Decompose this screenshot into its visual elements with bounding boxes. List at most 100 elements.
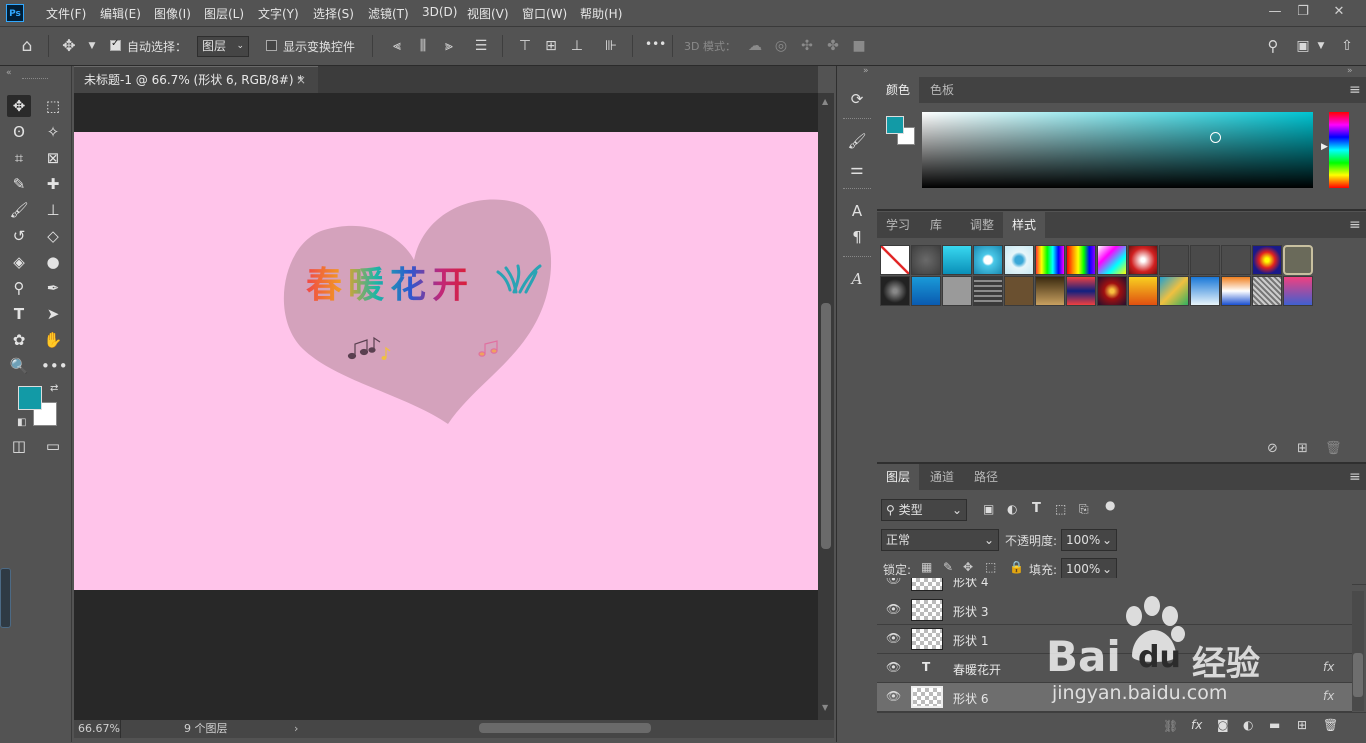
- style-swatch[interactable]: [911, 276, 941, 306]
- menu-3d[interactable]: 3D(D): [422, 5, 457, 19]
- collapse-icon[interactable]: «: [6, 68, 12, 78]
- canvas[interactable]: 春暖花开: [74, 132, 818, 590]
- delete-style-icon[interactable]: 🗑: [1325, 441, 1342, 456]
- menu-view[interactable]: 视图(V): [467, 5, 509, 22]
- type-tool-icon[interactable]: T: [7, 303, 31, 325]
- panel-menu-icon[interactable]: ≡: [1349, 217, 1361, 233]
- paragraph-panel-icon[interactable]: ¶: [837, 224, 877, 250]
- magic-wand-icon[interactable]: ✧: [41, 121, 65, 143]
- style-swatch[interactable]: [1004, 276, 1034, 306]
- layer-filter-dropdown[interactable]: ⚲ 类型 ⌄: [881, 499, 967, 521]
- align-bottom-icon[interactable]: ⊥: [568, 37, 586, 55]
- style-swatch[interactable]: [942, 276, 972, 306]
- menu-type[interactable]: 文字(Y): [258, 5, 299, 22]
- tab-color[interactable]: 颜色: [877, 77, 920, 103]
- stamp-tool-icon[interactable]: ⊥: [41, 199, 65, 221]
- collapse-icon[interactable]: »: [1347, 66, 1353, 76]
- distribute-vertical-icon[interactable]: ⊪: [602, 37, 620, 55]
- fx-badge-icon[interactable]: fx: [1323, 689, 1334, 703]
- tab-adjustments[interactable]: 调整: [961, 212, 1003, 238]
- layer-row[interactable]: 👁 形状 4: [877, 578, 1352, 594]
- more-options-button[interactable]: •••: [645, 37, 666, 51]
- menu-image[interactable]: 图像(I): [154, 5, 191, 22]
- style-swatch[interactable]: [1252, 276, 1282, 306]
- dodge-tool-icon[interactable]: ⚲: [7, 277, 31, 299]
- 3d-pan-icon[interactable]: ✣: [798, 37, 816, 55]
- foreground-color-chip[interactable]: [886, 116, 904, 134]
- style-swatch[interactable]: [1004, 245, 1034, 275]
- opacity-field[interactable]: 100% ⌄: [1061, 529, 1117, 551]
- tab-styles[interactable]: 样式: [1003, 212, 1046, 238]
- marquee-tool-icon[interactable]: ⬚: [41, 95, 65, 117]
- menu-filter[interactable]: 滤镜(T): [368, 5, 409, 22]
- color-picker-cursor[interactable]: [1210, 132, 1221, 143]
- style-swatch[interactable]: [973, 276, 1003, 306]
- fx-icon[interactable]: fx: [1191, 718, 1202, 732]
- layer-name[interactable]: 形状 3: [953, 603, 988, 620]
- swap-colors-icon[interactable]: ⇄: [50, 383, 58, 394]
- 3d-orbit-icon[interactable]: ☁: [746, 37, 764, 55]
- style-swatch[interactable]: [973, 245, 1003, 275]
- align-right-icon[interactable]: ⫸: [440, 37, 458, 55]
- align-left-icon[interactable]: ⫷: [388, 37, 406, 55]
- quick-mask-icon[interactable]: ◫: [7, 435, 31, 457]
- new-group-icon[interactable]: ▬: [1269, 718, 1280, 732]
- filter-toggle-icon[interactable]: ●: [1105, 498, 1115, 512]
- filter-pixel-icon[interactable]: ▣: [983, 502, 994, 516]
- screen-mode-icon[interactable]: ▭: [41, 435, 65, 457]
- history-panel-icon[interactable]: ⟳: [837, 86, 877, 112]
- style-swatch[interactable]: [1221, 245, 1251, 275]
- fill-field[interactable]: 100% ⌄: [1061, 558, 1117, 580]
- glyphs-panel-icon[interactable]: A: [837, 266, 877, 292]
- style-swatch[interactable]: [1035, 245, 1065, 275]
- auto-select-checkbox[interactable]: [110, 38, 121, 51]
- style-swatch[interactable]: [880, 276, 910, 306]
- minimize-button[interactable]: —: [1264, 3, 1286, 21]
- style-swatch[interactable]: [1035, 276, 1065, 306]
- style-swatch[interactable]: [1066, 276, 1096, 306]
- lock-pixels-icon[interactable]: ✎: [943, 560, 953, 574]
- search-icon[interactable]: ⚲: [1264, 37, 1282, 55]
- vertical-scroll-thumb[interactable]: [821, 303, 831, 549]
- visibility-eye-icon[interactable]: 👁: [886, 631, 902, 645]
- lock-all-icon[interactable]: 🔒: [1009, 560, 1024, 574]
- collapse-icon[interactable]: »: [863, 66, 869, 76]
- filter-shape-icon[interactable]: ⬚: [1055, 502, 1066, 516]
- blend-mode-dropdown[interactable]: 正常 ⌄: [881, 529, 999, 551]
- crop-tool-icon[interactable]: ⌗: [7, 147, 31, 169]
- add-mask-icon[interactable]: ◙: [1217, 718, 1229, 732]
- 3d-roll-icon[interactable]: ◎: [772, 37, 790, 55]
- clear-style-icon[interactable]: ⊘: [1267, 441, 1278, 456]
- style-swatch[interactable]: [911, 245, 941, 275]
- style-none-swatch[interactable]: [880, 245, 910, 275]
- menu-layer[interactable]: 图层(L): [204, 5, 244, 22]
- layer-name[interactable]: 春暖花开: [953, 661, 1001, 678]
- link-layers-icon[interactable]: ⛓: [1163, 719, 1178, 733]
- layer-name[interactable]: 形状 4: [953, 578, 988, 590]
- adjustment-layer-icon[interactable]: ◐: [1243, 718, 1253, 732]
- side-handle[interactable]: [0, 568, 11, 628]
- color-picker-field[interactable]: [922, 112, 1313, 188]
- lasso-tool-icon[interactable]: ʘ: [7, 121, 31, 143]
- adjust-sliders-icon[interactable]: ⚌: [837, 156, 877, 182]
- workspace-icon[interactable]: ▣: [1294, 37, 1312, 55]
- healing-brush-icon[interactable]: ✚: [41, 173, 65, 195]
- style-swatch[interactable]: [1190, 245, 1220, 275]
- custom-shape-icon[interactable]: ✿: [7, 329, 31, 351]
- brush-tool-icon[interactable]: 🖌: [7, 199, 31, 221]
- auto-select-target-dropdown[interactable]: 图层 ⌄: [197, 36, 249, 57]
- move-tool-icon[interactable]: ✥: [7, 95, 31, 117]
- new-layer-icon[interactable]: ⊞: [1297, 718, 1307, 732]
- scroll-down-icon[interactable]: ▼: [822, 703, 828, 712]
- brush-settings-icon[interactable]: 🖌: [837, 128, 877, 154]
- panel-menu-icon[interactable]: ≡: [1349, 82, 1361, 98]
- filter-type-icon[interactable]: T: [1032, 501, 1041, 516]
- menu-help[interactable]: 帮助(H): [580, 5, 622, 22]
- distribute-icon[interactable]: ☰: [472, 37, 490, 55]
- eraser-icon[interactable]: ◇: [41, 225, 65, 247]
- hue-slider-marker[interactable]: ▶: [1321, 142, 1328, 152]
- fx-badge-icon[interactable]: fx: [1323, 660, 1334, 674]
- pen-tool-icon[interactable]: ✒: [41, 277, 65, 299]
- align-hcenter-icon[interactable]: ⫼: [414, 37, 432, 55]
- move-tool-icon[interactable]: ✥: [60, 37, 78, 55]
